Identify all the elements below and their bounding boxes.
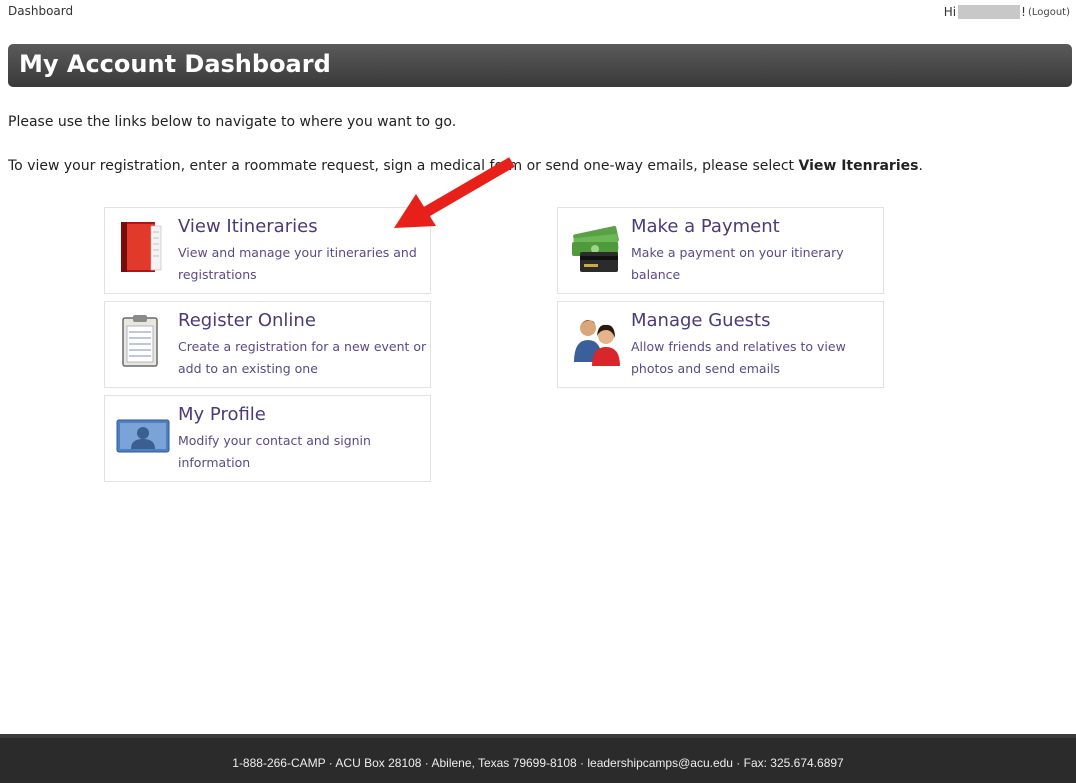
tile-title[interactable]: View Itineraries — [178, 216, 318, 237]
breadcrumb[interactable]: Dashboard — [8, 4, 73, 18]
tile-description: Create a registration for a new event or… — [178, 339, 427, 376]
greeting-suffix: ! — [1021, 5, 1026, 19]
footer: 1-888-266-CAMP · ACU Box 28108 · Abilene… — [0, 734, 1076, 783]
tile-description: Allow friends and relatives to view phot… — [631, 339, 846, 376]
tile-register-online[interactable]: Register Online Create a registration fo… — [104, 301, 431, 388]
annotation-arrow-icon — [394, 157, 515, 228]
tile-description: Modify your contact and signin informati… — [178, 433, 371, 470]
money-card-icon — [568, 218, 626, 276]
tile-my-profile[interactable]: My Profile Modify your contact and signi… — [104, 395, 431, 482]
instruction-bold: View Itenraries — [798, 158, 919, 174]
tile-make-payment[interactable]: Make a Payment Make a payment on your it… — [557, 207, 884, 294]
redacted-username — [958, 5, 1021, 19]
tile-view-itineraries[interactable]: View Itineraries View and manage your it… — [104, 207, 431, 294]
page-title: My Account Dashboard — [19, 50, 331, 78]
tile-description: Make a payment on your itinerary balance — [631, 245, 844, 282]
intro-text: Please use the links below to navigate t… — [8, 114, 457, 130]
tile-manage-guests[interactable]: Manage Guests Allow friends and relative… — [557, 301, 884, 388]
tile-title[interactable]: Manage Guests — [631, 310, 770, 331]
title-bar: My Account Dashboard — [8, 44, 1072, 87]
user-area: Hi ! (Logout) — [944, 5, 1070, 19]
tile-description: View and manage your itineraries and reg… — [178, 245, 417, 282]
logout-link[interactable]: (Logout) — [1028, 7, 1070, 18]
page: Dashboard Hi ! (Logout) My Account Dashb… — [0, 0, 1076, 783]
tile-title[interactable]: Register Online — [178, 310, 316, 331]
tile-title[interactable]: My Profile — [178, 404, 266, 425]
red-folder-icon — [115, 218, 173, 276]
clipboard-icon — [115, 312, 173, 370]
people-icon — [568, 312, 626, 370]
profile-card-icon — [115, 406, 173, 464]
instruction-after: . — [918, 158, 923, 174]
tile-title[interactable]: Make a Payment — [631, 216, 780, 237]
user-greeting: Hi — [943, 5, 957, 19]
footer-contact: 1-888-266-CAMP · ACU Box 28108 · Abilene… — [232, 756, 844, 770]
